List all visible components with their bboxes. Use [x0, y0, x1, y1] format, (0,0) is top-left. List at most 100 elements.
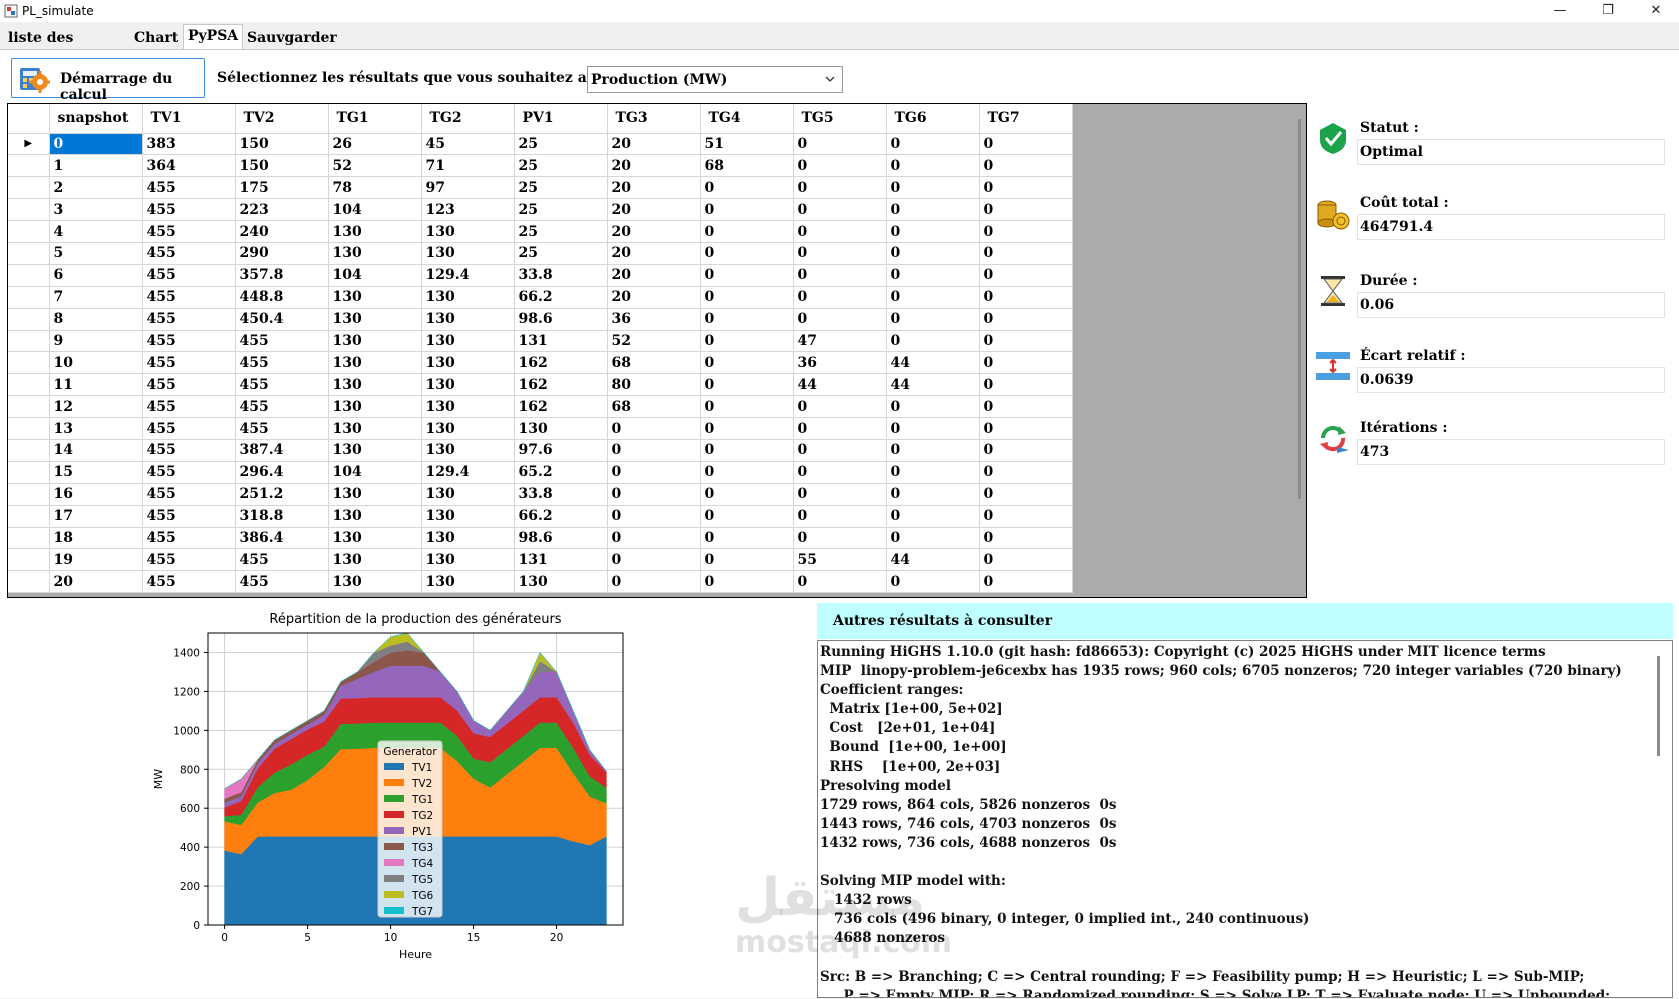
table-cell[interactable]: 0 — [700, 198, 794, 222]
table-cell[interactable]: 25 — [514, 133, 608, 156]
table-cell[interactable]: 20 — [49, 570, 143, 594]
row-header[interactable] — [8, 461, 50, 484]
table-cell[interactable]: 18 — [49, 527, 143, 550]
table-cell[interactable]: 455 — [235, 570, 329, 594]
table-cell[interactable]: 455 — [235, 395, 329, 419]
table-cell[interactable]: 0 — [700, 264, 794, 287]
column-header-pv1[interactable]: PV1 — [514, 104, 608, 134]
table-cell[interactable]: 20 — [607, 264, 701, 287]
table-cell[interactable]: 0 — [979, 505, 1073, 528]
column-header-tg1[interactable]: TG1 — [328, 104, 422, 134]
table-cell[interactable]: 0 — [793, 198, 887, 222]
table-cell[interactable]: 25 — [514, 176, 608, 200]
table-cell[interactable]: 20 — [607, 154, 701, 178]
table-cell[interactable]: 455 — [235, 417, 329, 440]
row-header[interactable] — [8, 417, 50, 440]
column-header-tg3[interactable]: TG3 — [607, 104, 701, 134]
tab-priorites[interactable]: liste des priorités — [4, 28, 80, 66]
table-cell[interactable]: 130 — [421, 417, 515, 440]
table-cell[interactable]: 0 — [793, 570, 887, 594]
table-cell[interactable]: 14 — [49, 439, 143, 462]
table-cell[interactable]: 0 — [700, 505, 794, 528]
table-cell[interactable]: 455 — [142, 330, 236, 353]
table-cell[interactable]: 130 — [421, 548, 515, 572]
row-header[interactable] — [8, 286, 50, 309]
table-cell[interactable]: 130 — [328, 373, 422, 397]
table-cell[interactable]: 0 — [979, 417, 1073, 440]
table-cell[interactable]: 162 — [514, 395, 608, 419]
table-cell[interactable]: 455 — [142, 461, 236, 484]
table-cell[interactable]: 448.8 — [235, 286, 329, 309]
table-cell[interactable]: 0 — [700, 373, 794, 397]
table-cell[interactable]: 0 — [886, 154, 980, 178]
table-cell[interactable]: 0 — [886, 133, 980, 156]
table-cell[interactable]: 0 — [979, 351, 1073, 375]
table-cell[interactable]: 16 — [49, 483, 143, 506]
table-cell[interactable]: 17 — [49, 505, 143, 528]
table-cell[interactable]: 0 — [49, 133, 143, 156]
table-cell[interactable]: 51 — [700, 133, 794, 156]
table-cell[interactable]: 130 — [328, 220, 422, 243]
table-cell[interactable]: 0 — [793, 242, 887, 265]
table-cell[interactable]: 5 — [49, 242, 143, 265]
table-cell[interactable]: 0 — [700, 461, 794, 484]
row-header[interactable] — [8, 570, 50, 594]
table-cell[interactable]: 0 — [979, 286, 1073, 309]
table-cell[interactable]: 25 — [514, 154, 608, 178]
table-cell[interactable]: 0 — [886, 176, 980, 200]
table-cell[interactable]: 20 — [607, 198, 701, 222]
column-header-tv1[interactable]: TV1 — [142, 104, 236, 134]
table-cell[interactable]: 0 — [793, 527, 887, 550]
results-grid[interactable]: snapshot TV1 TV2 TG1 TG2 PV1 TG3 TG4 TG5 TG6 TG7 ▶… — [7, 103, 1307, 598]
table-cell[interactable]: 130 — [514, 417, 608, 440]
log-scrollbar[interactable] — [1657, 656, 1660, 756]
table-cell[interactable]: 33.8 — [514, 264, 608, 287]
table-cell[interactable]: 386.4 — [235, 527, 329, 550]
table-cell[interactable]: 455 — [142, 505, 236, 528]
table-cell[interactable]: 130 — [328, 242, 422, 265]
table-cell[interactable]: 162 — [514, 351, 608, 375]
table-cell[interactable]: 66.2 — [514, 505, 608, 528]
table-cell[interactable]: 0 — [700, 527, 794, 550]
table-row[interactable]: 19 455 455 130 130 131 0 0 55 44 0 — [8, 548, 1073, 572]
table-cell[interactable]: 0 — [607, 548, 701, 572]
table-cell[interactable]: 0 — [886, 570, 980, 594]
table-cell[interactable]: 25 — [514, 242, 608, 265]
table-cell[interactable]: 0 — [979, 220, 1073, 243]
table-row[interactable]: 3 455 223 104 123 25 20 0 0 0 0 — [8, 198, 1073, 222]
table-cell[interactable]: 68 — [607, 395, 701, 419]
table-cell[interactable]: 130 — [328, 395, 422, 419]
table-cell[interactable]: 0 — [979, 198, 1073, 222]
table-cell[interactable]: 455 — [142, 439, 236, 462]
column-header-tg6[interactable]: TG6 — [886, 104, 980, 134]
row-header[interactable] — [8, 439, 50, 462]
table-cell[interactable]: 455 — [142, 417, 236, 440]
table-cell[interactable]: 364 — [142, 154, 236, 178]
table-cell[interactable]: 0 — [607, 505, 701, 528]
table-cell[interactable]: 123 — [421, 198, 515, 222]
table-cell[interactable]: 0 — [979, 439, 1073, 462]
table-cell[interactable]: 0 — [700, 351, 794, 375]
table-row[interactable]: 15 455 296.4 104 129.4 65.2 0 0 0 0 0 — [8, 461, 1073, 484]
table-cell[interactable]: 130 — [328, 548, 422, 572]
table-cell[interactable]: 44 — [886, 351, 980, 375]
table-cell[interactable]: 0 — [979, 483, 1073, 506]
table-cell[interactable]: 0 — [793, 505, 887, 528]
table-cell[interactable]: 0 — [979, 133, 1073, 156]
table-cell[interactable]: 0 — [793, 176, 887, 200]
column-header-tv2[interactable]: TV2 — [235, 104, 329, 134]
table-cell[interactable]: 0 — [886, 330, 980, 353]
table-cell[interactable]: 0 — [979, 548, 1073, 572]
table-cell[interactable]: 130 — [421, 308, 515, 331]
table-cell[interactable]: 130 — [421, 351, 515, 375]
table-cell[interactable]: 44 — [793, 373, 887, 397]
table-cell[interactable]: 131 — [514, 330, 608, 353]
table-cell[interactable]: 0 — [979, 308, 1073, 331]
table-cell[interactable]: 0 — [979, 570, 1073, 594]
table-cell[interactable]: 9 — [49, 330, 143, 353]
table-cell[interactable]: 71 — [421, 154, 515, 178]
table-cell[interactable]: 130 — [421, 527, 515, 550]
row-header[interactable] — [8, 373, 50, 397]
row-header[interactable] — [8, 176, 50, 200]
table-cell[interactable]: 130 — [328, 505, 422, 528]
